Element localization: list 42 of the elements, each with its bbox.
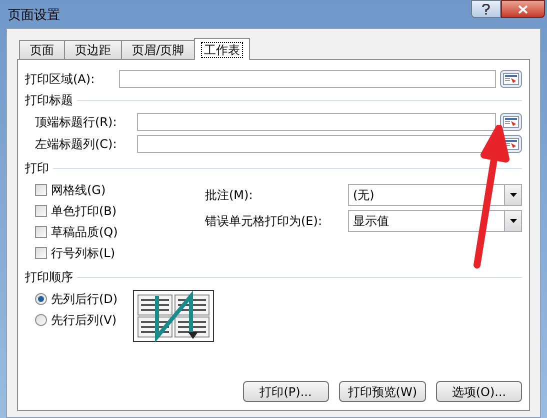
field-label: 打印区域(A):: [25, 71, 96, 88]
checkbox-label: 行号列标(L): [51, 245, 116, 262]
section-heading: 打印标题: [25, 92, 73, 109]
range-picker-button[interactable]: [500, 113, 522, 131]
dialog-button[interactable]: 选项(O)...: [436, 381, 522, 402]
dropdown-label: 错误单元格打印为(E):: [205, 213, 323, 230]
close-button[interactable]: [501, 0, 545, 18]
checkbox[interactable]: [35, 247, 47, 259]
radio-label: 先列后行(D): [51, 291, 118, 308]
close-icon: [518, 4, 528, 14]
dialog-button[interactable]: 打印预览(W): [338, 381, 426, 402]
section-heading: 打印: [25, 160, 49, 177]
dropdown-arrow-icon: [510, 219, 516, 223]
section-heading: 打印顺序: [25, 269, 73, 286]
tab[interactable]: 工作表: [194, 38, 250, 60]
range-input-field[interactable]: [137, 113, 496, 131]
dropdown[interactable]: 显示值: [348, 210, 522, 232]
checkbox[interactable]: [35, 226, 47, 238]
checkbox[interactable]: [35, 205, 47, 217]
dropdown-label: 批注(M):: [205, 187, 254, 204]
checkbox-label: 单色打印(B): [51, 203, 117, 220]
range-picker-icon: [503, 73, 519, 85]
field-label: 左端标题列(C):: [35, 136, 118, 153]
field-label: 顶端标题行(R):: [35, 114, 118, 131]
dropdown[interactable]: (无): [348, 184, 522, 206]
tab[interactable]: 页面: [19, 40, 65, 59]
tab[interactable]: 页边距: [64, 40, 122, 59]
window-title: 页面设置: [8, 7, 60, 25]
tab[interactable]: 页眉/页脚: [121, 40, 196, 59]
question-icon: [482, 4, 490, 14]
checkbox-label: 网格线(G): [51, 182, 106, 199]
checkbox[interactable]: [35, 184, 47, 196]
dropdown-arrow-icon: [510, 193, 516, 197]
range-input-field[interactable]: [119, 70, 496, 88]
checkbox-label: 草稿品质(Q): [51, 224, 118, 241]
radio-button[interactable]: [35, 293, 47, 305]
dialog-button[interactable]: 打印(P)...: [242, 381, 329, 402]
range-picker-button[interactable]: [500, 70, 522, 88]
radio-button[interactable]: [35, 314, 47, 326]
radio-label: 先行后列(V): [51, 312, 117, 329]
help-button[interactable]: [471, 0, 501, 18]
range-picker-icon: [503, 116, 519, 128]
